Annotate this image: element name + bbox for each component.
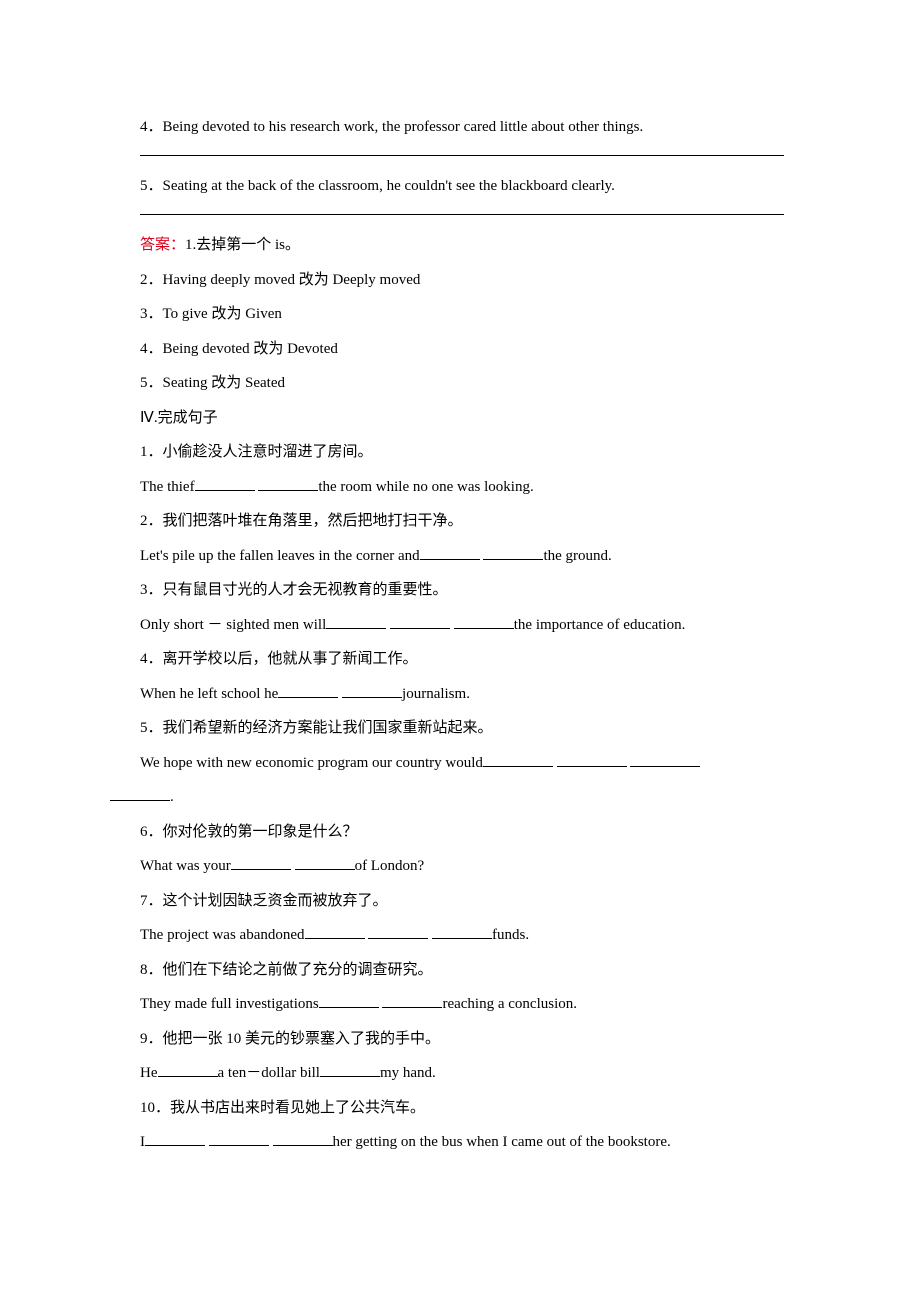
sentence-2-en-a: Let's pile up the fallen leaves in the c… — [140, 548, 420, 564]
sentence-9-en-a: He — [140, 1065, 158, 1081]
blank — [295, 854, 355, 870]
blank — [420, 544, 480, 560]
blank — [305, 923, 365, 939]
sentence-4-en: When he left school he journalism. — [110, 677, 810, 712]
sentence-7-cn: 7．这个计划因缺乏资金而被放弃了。 — [110, 884, 810, 919]
sentence-10-cn: 10．我从书店出来时看见她上了公共汽车。 — [110, 1091, 810, 1126]
blank — [390, 613, 450, 629]
blank — [319, 992, 379, 1008]
sentence-4-cn: 4．离开学校以后，他就从事了新闻工作。 — [110, 642, 810, 677]
sentence-9-en: He a ten－dollar bill my hand. — [110, 1056, 810, 1091]
sentence-6-en-b: of London? — [355, 858, 425, 874]
sentence-9-cn: 9．他把一张 10 美元的钞票塞入了我的手中。 — [110, 1022, 810, 1057]
sentence-1-cn: 1．小偷趁没人注意时溜进了房间。 — [110, 435, 810, 470]
blank — [342, 682, 402, 698]
answer-3-text: 3．To give 改为 Given — [110, 297, 810, 332]
sentence-5-en-a: We hope with new economic program our co… — [140, 755, 483, 771]
sentence-5-cn: 5．我们希望新的经济方案能让我们国家重新站起来。 — [110, 711, 810, 746]
sentence-2-en: Let's pile up the fallen leaves in the c… — [110, 539, 810, 574]
sentence-9-en-c: my hand. — [380, 1065, 436, 1081]
question-4-text: 4．Being devoted to his research work, th… — [110, 110, 810, 145]
document-page: 4．Being devoted to his research work, th… — [0, 0, 920, 1260]
blank — [557, 751, 627, 767]
blank — [278, 682, 338, 698]
answer-label: 答案： — [140, 237, 185, 253]
sentence-1-en: The thief the room while no one was look… — [110, 470, 810, 505]
blank — [258, 475, 318, 491]
blank — [320, 1061, 380, 1077]
blank — [145, 1130, 205, 1146]
sentence-8-cn: 8．他们在下结论之前做了充分的调查研究。 — [110, 953, 810, 988]
answer-2-text: 2．Having deeply moved 改为 Deeply moved — [110, 263, 810, 298]
sentence-4-en-b: journalism. — [402, 686, 470, 702]
blank — [209, 1130, 269, 1146]
sentence-7-en-b: funds. — [492, 927, 529, 943]
sentence-7-en-a: The project was abandoned — [140, 927, 305, 943]
blank — [158, 1061, 218, 1077]
sentence-2-cn: 2．我们把落叶堆在角落里，然后把地打扫干净。 — [110, 504, 810, 539]
blank — [454, 613, 514, 629]
blank — [195, 475, 255, 491]
sentence-1-en-b: the room while no one was looking. — [318, 479, 533, 495]
section-4-heading: Ⅳ.完成句子 — [110, 401, 810, 436]
blank — [382, 992, 442, 1008]
sentence-8-en: They made full investigations reaching a… — [110, 987, 810, 1022]
answers-block: 答案：1.去掉第一个 is。 — [110, 228, 810, 263]
answer-4-text: 4．Being devoted 改为 Devoted — [110, 332, 810, 367]
blank — [110, 785, 170, 801]
answer-line — [140, 213, 784, 215]
answer-1-text: 1.去掉第一个 is。 — [185, 237, 300, 253]
sentence-5-en-cont: . — [110, 780, 810, 815]
sentence-3-cn: 3．只有鼠目寸光的人才会无视教育的重要性。 — [110, 573, 810, 608]
answer-line — [140, 154, 784, 156]
blank — [273, 1130, 333, 1146]
blank — [432, 923, 492, 939]
blank — [483, 544, 543, 560]
sentence-8-en-b: reaching a conclusion. — [442, 996, 577, 1012]
sentence-10-en: I her getting on the bus when I came out… — [110, 1125, 810, 1160]
sentence-3-en-b: the importance of education. — [514, 617, 686, 633]
sentence-5-en: We hope with new economic program our co… — [110, 746, 810, 781]
sentence-4-en-a: When he left school he — [140, 686, 278, 702]
blank — [483, 751, 553, 767]
sentence-2-en-b: the ground. — [543, 548, 611, 564]
sentence-10-en-b: her getting on the bus when I came out o… — [333, 1134, 671, 1150]
blank — [630, 751, 700, 767]
answer-5-text: 5．Seating 改为 Seated — [110, 366, 810, 401]
blank — [326, 613, 386, 629]
blank — [231, 854, 291, 870]
sentence-6-en-a: What was your — [140, 858, 231, 874]
sentence-3-en: Only short － sighted men will the import… — [110, 608, 810, 643]
sentence-1-en-a: The thief — [140, 479, 195, 495]
sentence-7-en: The project was abandoned funds. — [110, 918, 810, 953]
sentence-6-en: What was your of London? — [110, 849, 810, 884]
sentence-8-en-a: They made full investigations — [140, 996, 319, 1012]
sentence-3-en-a: Only short － sighted men will — [140, 617, 326, 633]
sentence-5-en-b: . — [170, 789, 174, 805]
sentence-6-cn: 6．你对伦敦的第一印象是什么？ — [110, 815, 810, 850]
sentence-9-en-b: a ten－dollar bill — [218, 1065, 320, 1081]
blank — [368, 923, 428, 939]
question-5-text: 5．Seating at the back of the classroom, … — [110, 169, 810, 204]
